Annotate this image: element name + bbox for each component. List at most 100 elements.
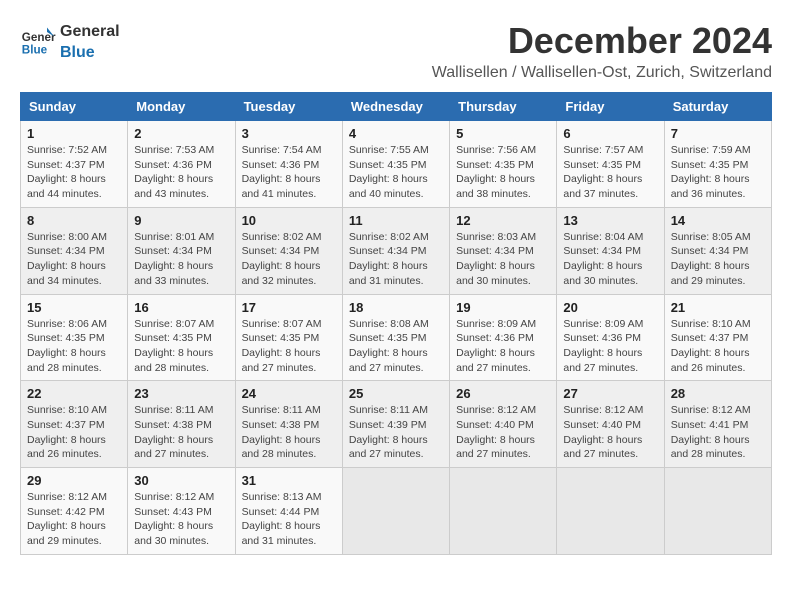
calendar-week-2: 8 Sunrise: 8:00 AM Sunset: 4:34 PM Dayli…	[21, 207, 772, 294]
day-number: 21	[671, 300, 765, 315]
calendar-cell: 28 Sunrise: 8:12 AM Sunset: 4:41 PM Dayl…	[664, 381, 771, 468]
day-info: Sunrise: 8:07 AM Sunset: 4:35 PM Dayligh…	[134, 317, 228, 376]
day-number: 7	[671, 126, 765, 141]
calendar-cell	[450, 468, 557, 555]
day-number: 19	[456, 300, 550, 315]
svg-text:Blue: Blue	[22, 44, 48, 57]
day-info: Sunrise: 7:59 AM Sunset: 4:35 PM Dayligh…	[671, 143, 765, 202]
title-block: December 2024 Wallisellen / Wallisellen-…	[432, 20, 772, 82]
calendar-cell: 14 Sunrise: 8:05 AM Sunset: 4:34 PM Dayl…	[664, 207, 771, 294]
col-thursday: Thursday	[450, 93, 557, 121]
logo: General Blue General Blue	[20, 20, 120, 62]
calendar-cell: 9 Sunrise: 8:01 AM Sunset: 4:34 PM Dayli…	[128, 207, 235, 294]
calendar-cell: 8 Sunrise: 8:00 AM Sunset: 4:34 PM Dayli…	[21, 207, 128, 294]
logo-blue: Blue	[60, 44, 95, 61]
day-number: 3	[242, 126, 336, 141]
day-number: 11	[349, 213, 443, 228]
calendar-cell	[342, 468, 449, 555]
day-number: 8	[27, 213, 121, 228]
logo-general: General	[60, 23, 120, 40]
calendar-cell: 17 Sunrise: 8:07 AM Sunset: 4:35 PM Dayl…	[235, 294, 342, 381]
day-info: Sunrise: 8:06 AM Sunset: 4:35 PM Dayligh…	[27, 317, 121, 376]
day-number: 9	[134, 213, 228, 228]
day-number: 20	[563, 300, 657, 315]
calendar-cell	[664, 468, 771, 555]
day-number: 24	[242, 386, 336, 401]
day-info: Sunrise: 7:54 AM Sunset: 4:36 PM Dayligh…	[242, 143, 336, 202]
calendar-cell: 18 Sunrise: 8:08 AM Sunset: 4:35 PM Dayl…	[342, 294, 449, 381]
day-info: Sunrise: 7:53 AM Sunset: 4:36 PM Dayligh…	[134, 143, 228, 202]
day-info: Sunrise: 8:11 AM Sunset: 4:38 PM Dayligh…	[134, 403, 228, 462]
col-sunday: Sunday	[21, 93, 128, 121]
calendar-week-4: 22 Sunrise: 8:10 AM Sunset: 4:37 PM Dayl…	[21, 381, 772, 468]
day-number: 17	[242, 300, 336, 315]
calendar-cell: 24 Sunrise: 8:11 AM Sunset: 4:38 PM Dayl…	[235, 381, 342, 468]
day-info: Sunrise: 8:01 AM Sunset: 4:34 PM Dayligh…	[134, 230, 228, 289]
day-number: 31	[242, 473, 336, 488]
day-number: 10	[242, 213, 336, 228]
col-tuesday: Tuesday	[235, 93, 342, 121]
calendar-cell: 1 Sunrise: 7:52 AM Sunset: 4:37 PM Dayli…	[21, 121, 128, 208]
calendar-cell: 26 Sunrise: 8:12 AM Sunset: 4:40 PM Dayl…	[450, 381, 557, 468]
calendar-cell: 10 Sunrise: 8:02 AM Sunset: 4:34 PM Dayl…	[235, 207, 342, 294]
day-number: 14	[671, 213, 765, 228]
day-info: Sunrise: 8:04 AM Sunset: 4:34 PM Dayligh…	[563, 230, 657, 289]
day-number: 12	[456, 213, 550, 228]
calendar-cell: 19 Sunrise: 8:09 AM Sunset: 4:36 PM Dayl…	[450, 294, 557, 381]
day-info: Sunrise: 8:12 AM Sunset: 4:42 PM Dayligh…	[27, 490, 121, 549]
day-number: 25	[349, 386, 443, 401]
day-number: 27	[563, 386, 657, 401]
day-info: Sunrise: 7:57 AM Sunset: 4:35 PM Dayligh…	[563, 143, 657, 202]
day-number: 28	[671, 386, 765, 401]
calendar-cell: 20 Sunrise: 8:09 AM Sunset: 4:36 PM Dayl…	[557, 294, 664, 381]
page-subtitle: Wallisellen / Wallisellen-Ost, Zurich, S…	[432, 64, 772, 82]
day-info: Sunrise: 8:10 AM Sunset: 4:37 PM Dayligh…	[671, 317, 765, 376]
day-info: Sunrise: 8:03 AM Sunset: 4:34 PM Dayligh…	[456, 230, 550, 289]
calendar-cell: 23 Sunrise: 8:11 AM Sunset: 4:38 PM Dayl…	[128, 381, 235, 468]
day-number: 5	[456, 126, 550, 141]
calendar-cell: 6 Sunrise: 7:57 AM Sunset: 4:35 PM Dayli…	[557, 121, 664, 208]
day-info: Sunrise: 8:08 AM Sunset: 4:35 PM Dayligh…	[349, 317, 443, 376]
day-info: Sunrise: 8:02 AM Sunset: 4:34 PM Dayligh…	[242, 230, 336, 289]
calendar-cell: 21 Sunrise: 8:10 AM Sunset: 4:37 PM Dayl…	[664, 294, 771, 381]
day-number: 6	[563, 126, 657, 141]
day-info: Sunrise: 8:12 AM Sunset: 4:41 PM Dayligh…	[671, 403, 765, 462]
day-info: Sunrise: 7:56 AM Sunset: 4:35 PM Dayligh…	[456, 143, 550, 202]
day-number: 30	[134, 473, 228, 488]
calendar-cell: 2 Sunrise: 7:53 AM Sunset: 4:36 PM Dayli…	[128, 121, 235, 208]
day-info: Sunrise: 8:12 AM Sunset: 4:43 PM Dayligh…	[134, 490, 228, 549]
day-info: Sunrise: 8:11 AM Sunset: 4:38 PM Dayligh…	[242, 403, 336, 462]
col-wednesday: Wednesday	[342, 93, 449, 121]
day-info: Sunrise: 8:12 AM Sunset: 4:40 PM Dayligh…	[456, 403, 550, 462]
day-info: Sunrise: 7:55 AM Sunset: 4:35 PM Dayligh…	[349, 143, 443, 202]
day-number: 22	[27, 386, 121, 401]
day-info: Sunrise: 8:07 AM Sunset: 4:35 PM Dayligh…	[242, 317, 336, 376]
day-info: Sunrise: 8:13 AM Sunset: 4:44 PM Dayligh…	[242, 490, 336, 549]
calendar-cell: 3 Sunrise: 7:54 AM Sunset: 4:36 PM Dayli…	[235, 121, 342, 208]
page-title: December 2024	[432, 20, 772, 62]
calendar-cell: 7 Sunrise: 7:59 AM Sunset: 4:35 PM Dayli…	[664, 121, 771, 208]
calendar-week-5: 29 Sunrise: 8:12 AM Sunset: 4:42 PM Dayl…	[21, 468, 772, 555]
day-number: 29	[27, 473, 121, 488]
calendar-cell: 11 Sunrise: 8:02 AM Sunset: 4:34 PM Dayl…	[342, 207, 449, 294]
day-number: 13	[563, 213, 657, 228]
day-number: 2	[134, 126, 228, 141]
day-info: Sunrise: 8:10 AM Sunset: 4:37 PM Dayligh…	[27, 403, 121, 462]
calendar-header-row: Sunday Monday Tuesday Wednesday Thursday…	[21, 93, 772, 121]
day-info: Sunrise: 7:52 AM Sunset: 4:37 PM Dayligh…	[27, 143, 121, 202]
day-info: Sunrise: 8:02 AM Sunset: 4:34 PM Dayligh…	[349, 230, 443, 289]
calendar-cell: 31 Sunrise: 8:13 AM Sunset: 4:44 PM Dayl…	[235, 468, 342, 555]
day-number: 4	[349, 126, 443, 141]
day-number: 1	[27, 126, 121, 141]
calendar-cell	[557, 468, 664, 555]
calendar-cell: 16 Sunrise: 8:07 AM Sunset: 4:35 PM Dayl…	[128, 294, 235, 381]
day-number: 23	[134, 386, 228, 401]
logo-icon: General Blue	[20, 23, 56, 59]
calendar-cell: 12 Sunrise: 8:03 AM Sunset: 4:34 PM Dayl…	[450, 207, 557, 294]
calendar-cell: 29 Sunrise: 8:12 AM Sunset: 4:42 PM Dayl…	[21, 468, 128, 555]
day-info: Sunrise: 8:09 AM Sunset: 4:36 PM Dayligh…	[456, 317, 550, 376]
calendar-cell: 30 Sunrise: 8:12 AM Sunset: 4:43 PM Dayl…	[128, 468, 235, 555]
calendar-cell: 5 Sunrise: 7:56 AM Sunset: 4:35 PM Dayli…	[450, 121, 557, 208]
col-saturday: Saturday	[664, 93, 771, 121]
day-info: Sunrise: 8:00 AM Sunset: 4:34 PM Dayligh…	[27, 230, 121, 289]
